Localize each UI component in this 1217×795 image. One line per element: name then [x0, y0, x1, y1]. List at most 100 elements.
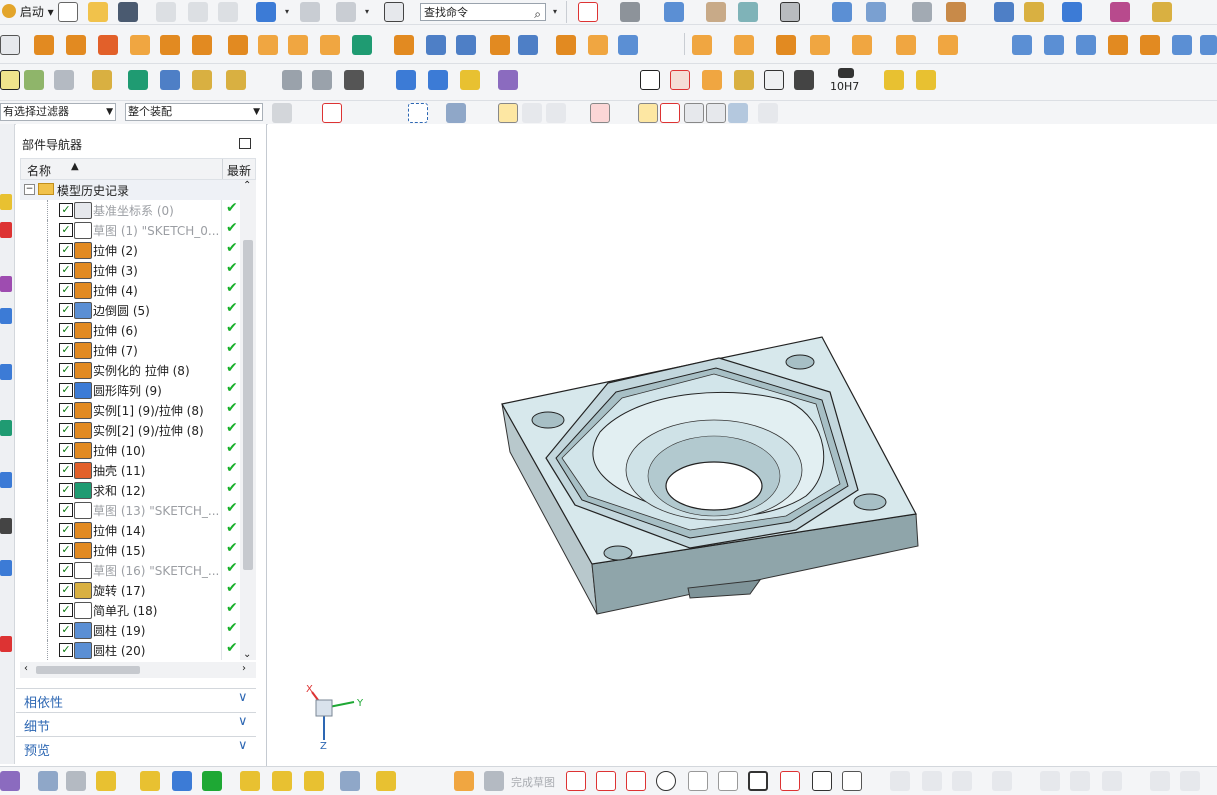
table-icon[interactable] — [54, 70, 74, 90]
open-folder-icon[interactable] — [88, 2, 108, 22]
details-panel[interactable]: 细节 ∨ — [16, 712, 256, 735]
visibility-checkbox[interactable]: ✓ — [59, 363, 73, 377]
snap-arc-center-icon[interactable] — [638, 103, 658, 123]
visibility-checkbox[interactable]: ✓ — [59, 223, 73, 237]
delete-face-icon[interactable] — [776, 35, 796, 55]
visibility-checkbox[interactable]: ✓ — [59, 283, 73, 297]
visibility-checkbox[interactable]: ✓ — [59, 483, 73, 497]
new-file-icon[interactable] — [58, 2, 78, 22]
offset-region-icon[interactable] — [734, 35, 754, 55]
snap-on-curve-icon[interactable] — [706, 103, 726, 123]
bounded-plane-icon[interactable] — [1108, 35, 1128, 55]
pad-tool-icon[interactable] — [130, 35, 150, 55]
tree-row[interactable]: ✓ 拉伸 (2) ✔ — [20, 240, 240, 260]
graphics-window[interactable]: X Y Z — [268, 124, 1217, 766]
orient-view-icon[interactable] — [620, 2, 640, 22]
undo-dropdown[interactable]: ▾ — [284, 2, 290, 22]
undo-icon[interactable] — [256, 2, 276, 22]
type-filter-select[interactable]: 有选择过滤器 ▼ — [0, 103, 116, 121]
pattern-component-icon[interactable] — [272, 771, 292, 791]
tree-row[interactable]: ✓ 圆形阵列 (9) ✔ — [20, 380, 240, 400]
select-feature-icon[interactable] — [322, 103, 342, 123]
offset-curve-icon[interactable] — [992, 771, 1012, 791]
assembly-nav-icon[interactable] — [0, 194, 12, 210]
edge-display-icon[interactable] — [706, 2, 726, 22]
trim-sheet-icon[interactable] — [1200, 35, 1217, 55]
block-tool-icon[interactable] — [98, 35, 118, 55]
dimension-icon[interactable] — [1110, 2, 1130, 22]
shell-tool-icon[interactable] — [518, 35, 538, 55]
tree-row[interactable]: ✓ 简单孔 (18) ✔ — [20, 600, 240, 620]
start-menu-button[interactable]: 启动 ▾ — [2, 2, 54, 22]
intersection-point-icon[interactable] — [1102, 771, 1122, 791]
pattern-curve-icon[interactable] — [1040, 771, 1060, 791]
repeat-command-icon[interactable] — [336, 2, 356, 22]
save-icon[interactable] — [118, 2, 138, 22]
history-icon[interactable] — [0, 420, 12, 436]
revolve-tool-icon[interactable] — [66, 35, 86, 55]
attribute-icon[interactable] — [192, 70, 212, 90]
bolt-icon[interactable] — [498, 70, 518, 90]
tree-row[interactable]: ✓ 拉伸 (6) ✔ — [20, 320, 240, 340]
model-viewport[interactable]: X Y Z — [268, 124, 1217, 766]
direction-icon[interactable] — [128, 70, 148, 90]
wcs-icon[interactable] — [946, 2, 966, 22]
constraint-icon[interactable] — [240, 771, 260, 791]
reuse-library-icon[interactable] — [0, 308, 12, 324]
triangle-icon[interactable] — [640, 70, 660, 90]
polyline-icon[interactable] — [780, 771, 800, 791]
visibility-checkbox[interactable]: ✓ — [59, 243, 73, 257]
blend-tool-icon[interactable] — [588, 35, 608, 55]
assembly-tool-icon[interactable] — [38, 771, 58, 791]
command-finder-input[interactable]: 查找命令 ⌕ — [420, 3, 546, 21]
wave-link-icon[interactable] — [376, 771, 396, 791]
sew-surface-icon[interactable] — [1172, 35, 1192, 55]
visibility-checkbox[interactable]: ✓ — [59, 303, 73, 317]
replace-face-icon[interactable] — [810, 35, 830, 55]
sketch-plane-icon[interactable] — [0, 35, 20, 55]
visibility-checkbox[interactable]: ✓ — [59, 643, 73, 657]
combine-tool-icon[interactable] — [352, 35, 372, 55]
tree-row[interactable]: ✓ 草图 (1) "SKETCH_0... ✔ — [20, 220, 240, 240]
visibility-checkbox[interactable]: ✓ — [59, 523, 73, 537]
tree-row[interactable]: ✓ 草图 (16) "SKETCH_... ✔ — [20, 560, 240, 580]
n-sided-surface-icon[interactable] — [1140, 35, 1160, 55]
derived-line-icon[interactable] — [1180, 771, 1200, 791]
collapse-icon[interactable]: − — [24, 184, 35, 195]
grid-table-icon[interactable] — [670, 70, 690, 90]
tree-row[interactable]: ✓ 拉伸 (4) ✔ — [20, 280, 240, 300]
resize-blend-icon[interactable] — [852, 35, 872, 55]
tree-row[interactable]: ✓ 拉伸 (14) ✔ — [20, 520, 240, 540]
column-latest[interactable]: 最新 — [227, 162, 251, 179]
search-dropdown[interactable]: ▾ — [552, 2, 558, 22]
visibility-checkbox[interactable]: ✓ — [59, 383, 73, 397]
visibility-checkbox[interactable]: ✓ — [59, 203, 73, 217]
snap-view-icon[interactable] — [832, 2, 852, 22]
part-nav-icon[interactable] — [0, 276, 12, 292]
snap-control-icon[interactable] — [546, 103, 566, 123]
snap-point-icon[interactable] — [1062, 2, 1082, 22]
sort-ascending-icon[interactable]: ▲ — [71, 161, 79, 172]
chamfer-icon[interactable] — [718, 771, 738, 791]
body-select-icon[interactable] — [446, 103, 466, 123]
gear-icon[interactable] — [734, 70, 754, 90]
snap-intersection-icon[interactable] — [590, 103, 610, 123]
cut-icon[interactable] — [156, 2, 176, 22]
visibility-checkbox[interactable]: ✓ — [59, 503, 73, 517]
tree-row[interactable]: ✓ 实例[2] (9)/拉伸 (8) ✔ — [20, 420, 240, 440]
ruler-icon[interactable] — [1152, 2, 1172, 22]
visibility-checkbox[interactable]: ✓ — [59, 583, 73, 597]
unite-tool-icon[interactable] — [320, 35, 340, 55]
cylinder-tool-icon[interactable] — [396, 70, 416, 90]
rectangle-icon[interactable] — [748, 771, 768, 791]
measure-icon[interactable] — [994, 2, 1014, 22]
offset-face-icon[interactable] — [456, 35, 476, 55]
select-tool-icon[interactable] — [272, 103, 292, 123]
constraint-nav-icon[interactable] — [0, 222, 12, 238]
sweep-tool-icon[interactable] — [618, 35, 638, 55]
tree-row[interactable]: ✓ 边倒圆 (5) ✔ — [20, 300, 240, 320]
pattern-tool-icon[interactable] — [258, 35, 278, 55]
process-studio-icon[interactable] — [0, 560, 12, 576]
dependencies-panel[interactable]: 相依性 ∨ — [16, 688, 256, 711]
fit-view-icon[interactable] — [578, 2, 598, 22]
